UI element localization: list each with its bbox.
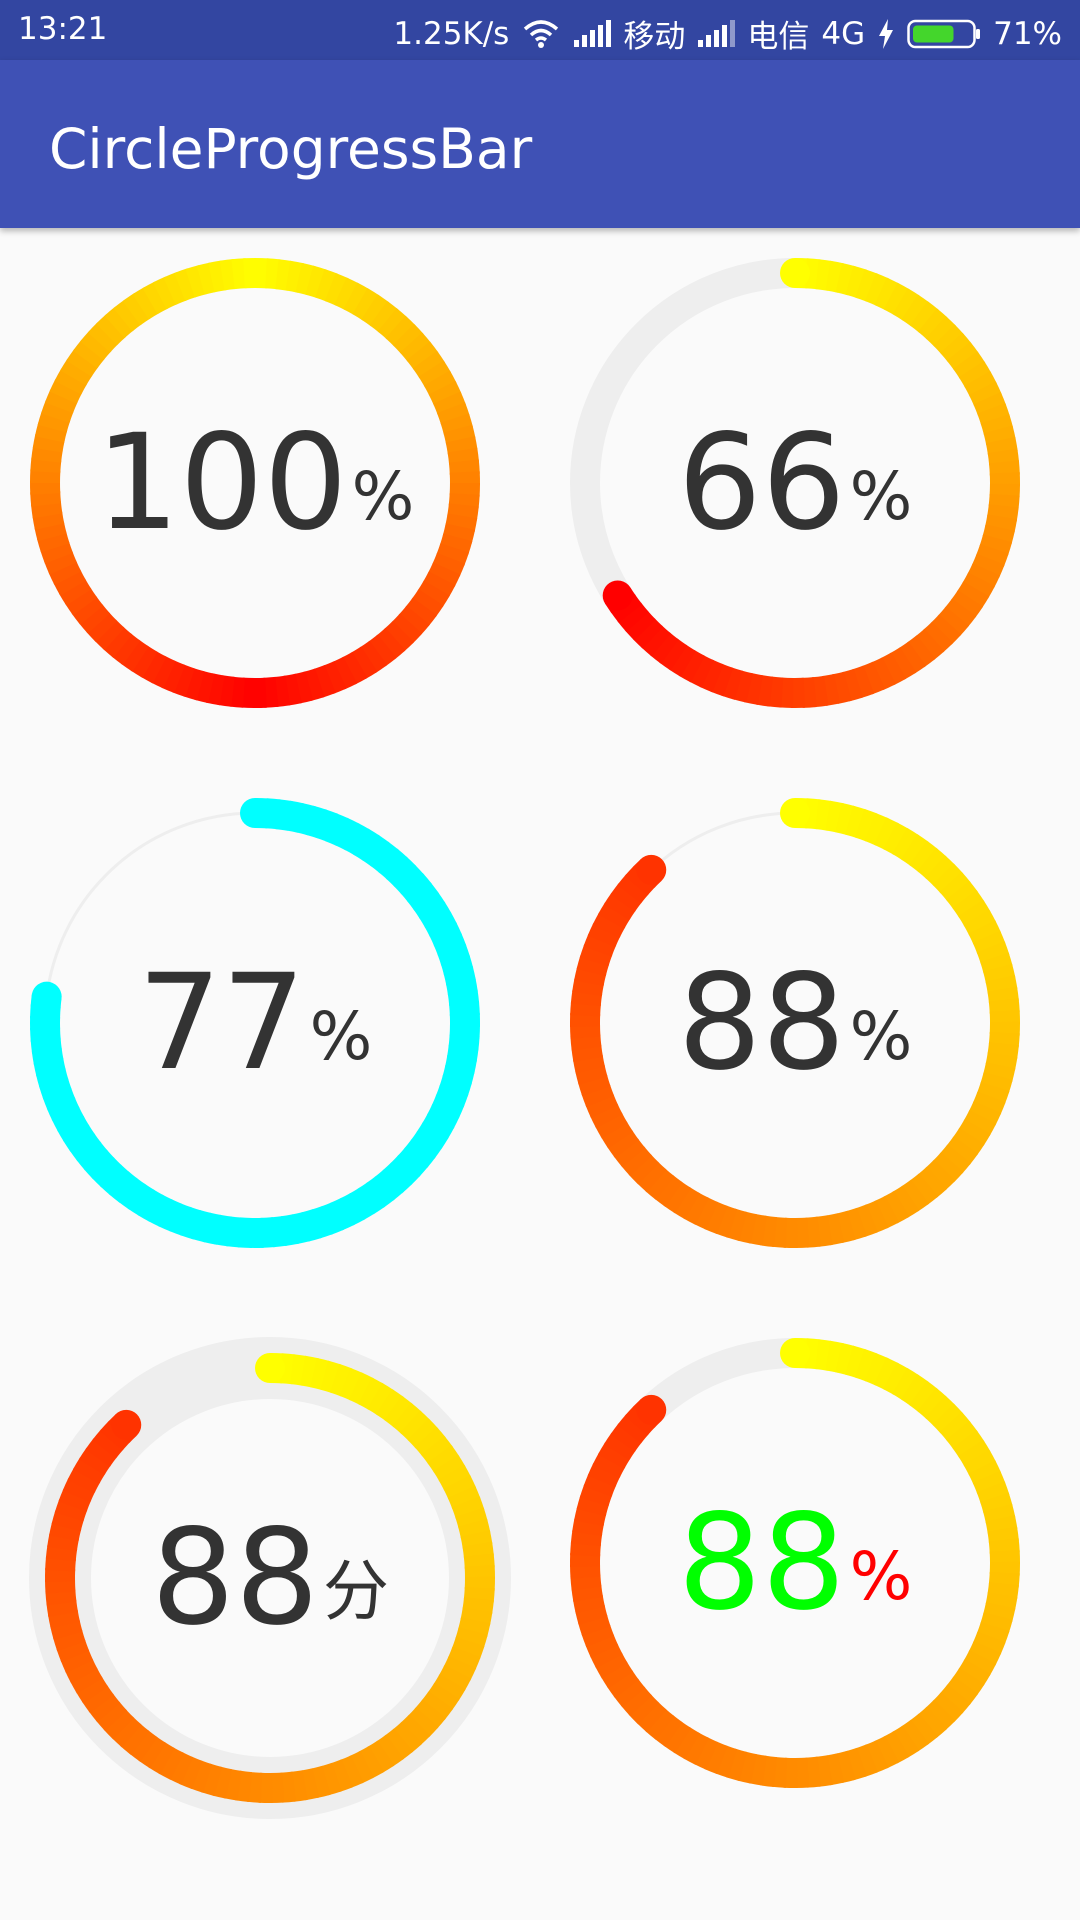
- carrier-2: 电信: [747, 19, 810, 55]
- circle-progress-6: 88%: [569, 1337, 1021, 1789]
- progress-unit: 分: [322, 1553, 389, 1630]
- progress-value: 88: [151, 1501, 319, 1655]
- circle-progress-5: 88 分: [29, 1337, 511, 1819]
- charging-icon: [877, 18, 895, 49]
- circle-progress-1: 100%: [29, 257, 481, 709]
- app-bar: CircleProgressBar: [0, 60, 1080, 228]
- progress-unit: %: [849, 998, 913, 1075]
- app-title: CircleProgressBar: [49, 117, 533, 181]
- wifi-icon: [521, 19, 561, 49]
- progress-value: 100: [95, 406, 348, 560]
- progress-unit: %: [849, 458, 913, 535]
- battery-icon: [907, 19, 981, 49]
- circle-progress-4: 88%: [569, 797, 1021, 1249]
- status-time: 13:21: [18, 11, 108, 47]
- progress-unit: %: [351, 458, 415, 535]
- status-right: 1.25K/s 移动 电信 4G 71%: [393, 11, 1062, 56]
- progress-value: 88: [677, 1486, 846, 1640]
- circle-progress-2: 66%: [569, 257, 1021, 709]
- battery-percent: 71%: [993, 15, 1062, 52]
- progress-value: 77: [137, 946, 306, 1100]
- progress-label: 66%: [569, 257, 1021, 709]
- signal-icon: [573, 19, 612, 48]
- progress-label: 88%: [569, 797, 1021, 1249]
- progress-value: 88: [677, 946, 846, 1100]
- progress-unit: %: [849, 1538, 913, 1615]
- signal-icon: [697, 19, 736, 48]
- progress-label: 88 分: [29, 1337, 511, 1819]
- net-speed: 1.25K/s: [393, 15, 510, 52]
- progress-label: 88%: [569, 1337, 1021, 1789]
- progress-label: 100%: [29, 257, 481, 709]
- carrier-1: 移动: [623, 19, 686, 55]
- network-type: 4G: [821, 15, 866, 52]
- progress-label: 77%: [29, 797, 481, 1249]
- circle-progress-3: 77%: [29, 797, 481, 1249]
- status-bar: 13:21 1.25K/s 移动 电信 4G 71%: [0, 0, 1080, 60]
- progress-value: 66: [677, 406, 846, 560]
- progress-unit: %: [309, 998, 373, 1075]
